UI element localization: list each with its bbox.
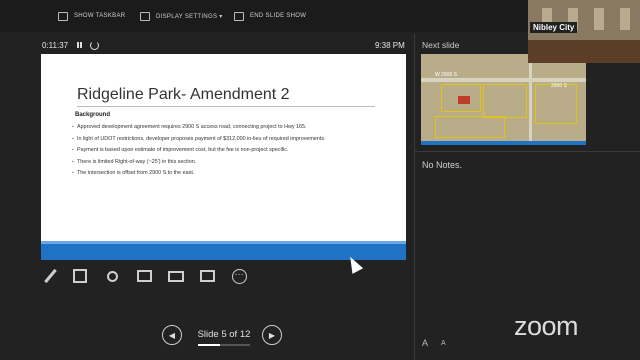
- current-slide[interactable]: Ridgeline Park- Amendment 2 Background A…: [41, 54, 406, 260]
- taskbar-icon: [58, 11, 68, 21]
- participant-name: Nibley City: [530, 22, 578, 33]
- screen-icon[interactable]: [166, 266, 186, 286]
- pen-icon[interactable]: [40, 266, 60, 286]
- participant-video[interactable]: Nibley City: [528, 0, 640, 63]
- map-label: W 2900 S: [435, 72, 457, 78]
- decrease-font-button[interactable]: A: [441, 340, 446, 347]
- elapsed-timer: 0:11:37: [42, 41, 69, 50]
- previous-slide-button[interactable]: ◀: [162, 325, 182, 345]
- more-icon[interactable]: ···: [229, 266, 249, 286]
- bullet-item: The intersection is offset from 2900 S t…: [72, 170, 372, 178]
- bullet-list: Approved development agreement requires …: [72, 124, 372, 182]
- map-parcel: [483, 84, 527, 118]
- map-parcel: [535, 84, 577, 124]
- map-highlight: [458, 96, 470, 104]
- thumbnail-footer-bar: [421, 141, 586, 145]
- video-window: [594, 8, 604, 30]
- clock: 9:38 PM: [375, 41, 405, 50]
- pause-icon[interactable]: [76, 41, 84, 50]
- zoom-icon[interactable]: [102, 266, 122, 286]
- reset-timer-icon[interactable]: [90, 41, 99, 50]
- next-slide-thumbnail[interactable]: W 2900 S 2900 S: [421, 54, 586, 145]
- panel-divider: [414, 34, 415, 360]
- slide-progress-fill: [198, 344, 220, 346]
- display-icon: [140, 11, 150, 21]
- slide-navigation: ◀ Slide 5 of 12 ▶: [162, 323, 286, 349]
- bullet-item: In light of UDOT restrictions, developer…: [72, 136, 372, 144]
- video-desk: [528, 40, 640, 63]
- laser-icon[interactable]: [134, 266, 154, 286]
- next-slide-button[interactable]: ▶: [262, 325, 282, 345]
- zoom-logo: zoom: [514, 311, 579, 341]
- bullet-item: Payment is based upon estimate of improv…: [72, 147, 372, 155]
- bullet-item: Approved development agreement requires …: [72, 124, 372, 132]
- slide-progress: [198, 344, 250, 346]
- map-road: [421, 78, 586, 82]
- map-label: 2900 S: [551, 83, 567, 89]
- end-slide-show-button[interactable]: END SLIDE SHOW: [234, 9, 306, 23]
- increase-font-button[interactable]: A: [422, 338, 428, 348]
- slide-heading: Background: [75, 112, 111, 118]
- video-window: [620, 8, 630, 30]
- show-taskbar-button[interactable]: SHOW TASKBAR: [58, 9, 125, 23]
- camera-icon[interactable]: [197, 266, 217, 286]
- notes-divider: [415, 151, 640, 152]
- end-show-icon: [234, 11, 244, 21]
- map-road: [529, 54, 532, 145]
- slide-title: Ridgeline Park- Amendment 2: [77, 86, 290, 103]
- speaker-notes: No Notes.: [422, 160, 463, 170]
- map-parcel: [435, 116, 505, 138]
- title-divider: [77, 106, 375, 107]
- grid-icon[interactable]: [70, 266, 90, 286]
- slide-counter: Slide 5 of 12: [197, 329, 251, 340]
- display-settings-button[interactable]: DISPLAY SETTINGS ▾: [140, 9, 223, 23]
- next-slide-label: Next slide: [422, 40, 460, 50]
- bullet-item: There is limited Right-of-way (~25') in …: [72, 159, 372, 167]
- presenter-tools: ···: [40, 266, 250, 288]
